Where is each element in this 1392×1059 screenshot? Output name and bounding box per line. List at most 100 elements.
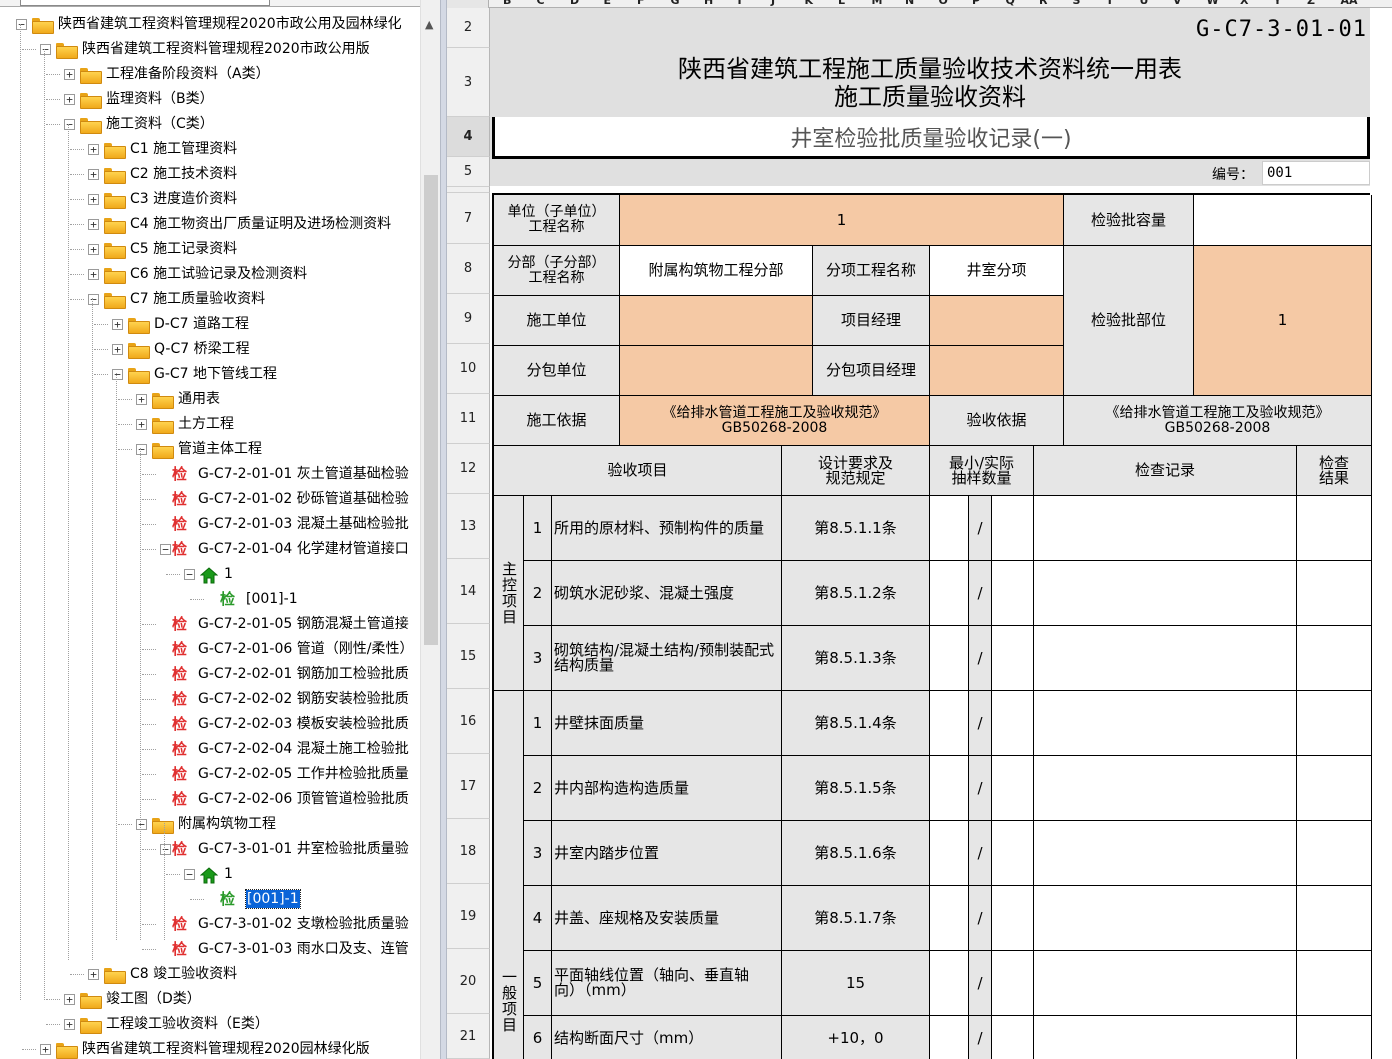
column-letter[interactable]: U [1140,0,1149,7]
row-header[interactable]: 20 [447,949,490,1014]
sample-slash[interactable]: / [969,1016,992,1059]
check-record-field[interactable] [1034,951,1297,1016]
tree-node-label[interactable]: G-C7 地下管线工程 [154,362,277,387]
tree-node[interactable]: − 陕西省建筑工程资料管理规程2020市政公用版 [0,37,420,62]
sample-slash[interactable]: / [969,951,992,1016]
tree-node-label[interactable]: G-C7-2-02-01 钢筋加工检验批质 [198,662,409,687]
main-control-label[interactable]: 主控项目 [494,496,524,691]
tree-node[interactable]: −1 [0,562,420,587]
sample-slash[interactable]: / [969,561,992,626]
column-letter[interactable]: J [771,0,775,7]
subcontractor-field[interactable] [620,346,813,396]
sample-min-field[interactable] [930,756,969,821]
tree-node-label[interactable]: G-C7-2-02-03 模板安装检验批质 [198,712,409,737]
sample-min-field[interactable] [930,496,969,561]
design-requirement-header[interactable]: 设计要求及 规范规定 [782,446,930,496]
batch-capacity-field[interactable] [1194,195,1372,246]
tree-node[interactable]: + 监理资料（B类） [0,87,420,112]
expand-toggle-icon[interactable]: + [64,994,75,1005]
tree-node-label[interactable]: 工程竣工验收资料（E类） [106,1012,269,1037]
column-letter[interactable]: P [972,0,980,7]
row-header[interactable]: 12 [447,444,490,494]
row-header[interactable]: 13 [447,494,490,559]
check-result-field[interactable] [1297,886,1372,951]
expand-toggle-icon[interactable]: + [112,319,123,330]
tree-search-input[interactable] [20,0,270,6]
sampling-header[interactable]: 最小/实际 抽样数量 [930,446,1034,496]
tree-node[interactable]: 检 G-C7-3-01-03 雨水口及支、连管 [0,937,420,962]
item-spec[interactable]: 第8.5.1.2条 [782,561,930,626]
row-header[interactable]: 10 [447,344,490,394]
tree-node[interactable]: − 附属构筑物工程 [0,812,420,837]
item-name-field[interactable]: 井室分项 [930,246,1064,296]
collapse-toggle-icon[interactable]: − [112,369,123,380]
expand-toggle-icon[interactable]: + [88,144,99,155]
column-letter[interactable]: E [604,0,612,7]
column-letter[interactable]: D [570,0,579,7]
item-spec[interactable]: 第8.5.1.3条 [782,626,930,691]
sample-slash[interactable]: / [969,496,992,561]
item-spec[interactable]: 第8.5.1.7条 [782,886,930,951]
tree-node-label[interactable]: 附属构筑物工程 [178,812,276,837]
tree-node-label[interactable]: D-C7 道路工程 [154,312,249,337]
project-manager-field[interactable] [930,296,1064,346]
unit-name-label[interactable]: 单位（子单位） 工程名称 [494,195,620,246]
row-header[interactable]: 16 [447,689,490,754]
tree-node[interactable]: + C4 施工物资出厂质量证明及进场检测资料 [0,212,420,237]
tree-node[interactable]: + 工程准备阶段资料（A类） [0,62,420,87]
division-name-label[interactable]: 分部（子分部） 工程名称 [494,246,620,296]
sample-slash[interactable]: / [969,886,992,951]
tree-node-label[interactable]: 陕西省建筑工程资料管理规程2020市政公用版 [82,37,370,62]
expand-toggle-icon[interactable]: + [136,419,147,430]
row-header[interactable]: 14 [447,559,490,624]
tree-node-label[interactable]: G-C7-2-01-04 化学建材管道接口 [198,537,409,562]
select-all-corner[interactable] [447,0,489,8]
tree-node[interactable]: 检 G-C7-2-01-01 灰土管道基础检验 [0,462,420,487]
tree-node-label[interactable]: C5 施工记录资料 [130,237,237,262]
item-spec[interactable]: 第8.5.1.1条 [782,496,930,561]
item-number[interactable]: 3 [524,821,552,886]
check-record-field[interactable] [1034,756,1297,821]
expand-toggle-icon[interactable]: + [88,219,99,230]
tree-node[interactable]: + D-C7 道路工程 [0,312,420,337]
row-header[interactable]: 9 [447,294,490,344]
sample-actual-field[interactable] [992,951,1034,1016]
check-result-field[interactable] [1297,561,1372,626]
expand-toggle-icon[interactable]: + [64,69,75,80]
item-number[interactable]: 2 [524,756,552,821]
contractor-field[interactable] [620,296,813,346]
tree-node-label[interactable]: G-C7-3-01-01 井室检验批质量验 [198,837,409,862]
tree-node[interactable]: − C7 施工质量验收资料 [0,287,420,312]
item-number[interactable]: 3 [524,626,552,691]
tree-node-label[interactable]: [001]-1 [246,587,298,612]
column-letter[interactable]: G [671,0,680,7]
check-record-field[interactable] [1034,1016,1297,1059]
subcontractor-label[interactable]: 分包单位 [494,346,620,396]
check-record-field[interactable] [1034,561,1297,626]
expand-toggle-icon[interactable]: + [88,169,99,180]
item-description[interactable]: 砌筑结构/混凝土结构/预制装配式结构质量 [552,626,782,691]
tree-node-label[interactable]: G-C7-2-02-02 钢筋安装检验批质 [198,687,409,712]
item-description[interactable]: 结构断面尺寸（mm） [552,1016,782,1059]
sample-min-field[interactable] [930,951,969,1016]
row-header[interactable]: 8 [447,244,490,294]
sample-min-field[interactable] [930,561,969,626]
tree-node[interactable]: 检 G-C7-3-01-02 支墩检验批质量验 [0,912,420,937]
tree-node[interactable]: −1 [0,862,420,887]
tree-node-label[interactable]: C8 竣工验收资料 [130,962,237,987]
column-letter[interactable]: W [1207,0,1219,7]
sample-actual-field[interactable] [992,821,1034,886]
column-letter[interactable]: X [1240,0,1248,7]
column-letter[interactable]: V [1173,0,1182,7]
check-result-field[interactable] [1297,626,1372,691]
collapse-toggle-icon[interactable]: − [160,544,171,555]
expand-toggle-icon[interactable]: + [112,344,123,355]
column-letter[interactable]: H [704,0,713,7]
tree-node-label[interactable]: G-C7-2-02-05 工作井检验批质量 [198,762,409,787]
item-number[interactable]: 1 [524,496,552,561]
expand-toggle-icon[interactable]: + [64,1019,75,1030]
item-number[interactable]: 1 [524,691,552,756]
acceptance-items-header[interactable]: 验收项目 [494,446,782,496]
general-items-label[interactable]: 一般项目 [494,691,524,1059]
tree-node[interactable]: − G-C7 地下管线工程 [0,362,420,387]
